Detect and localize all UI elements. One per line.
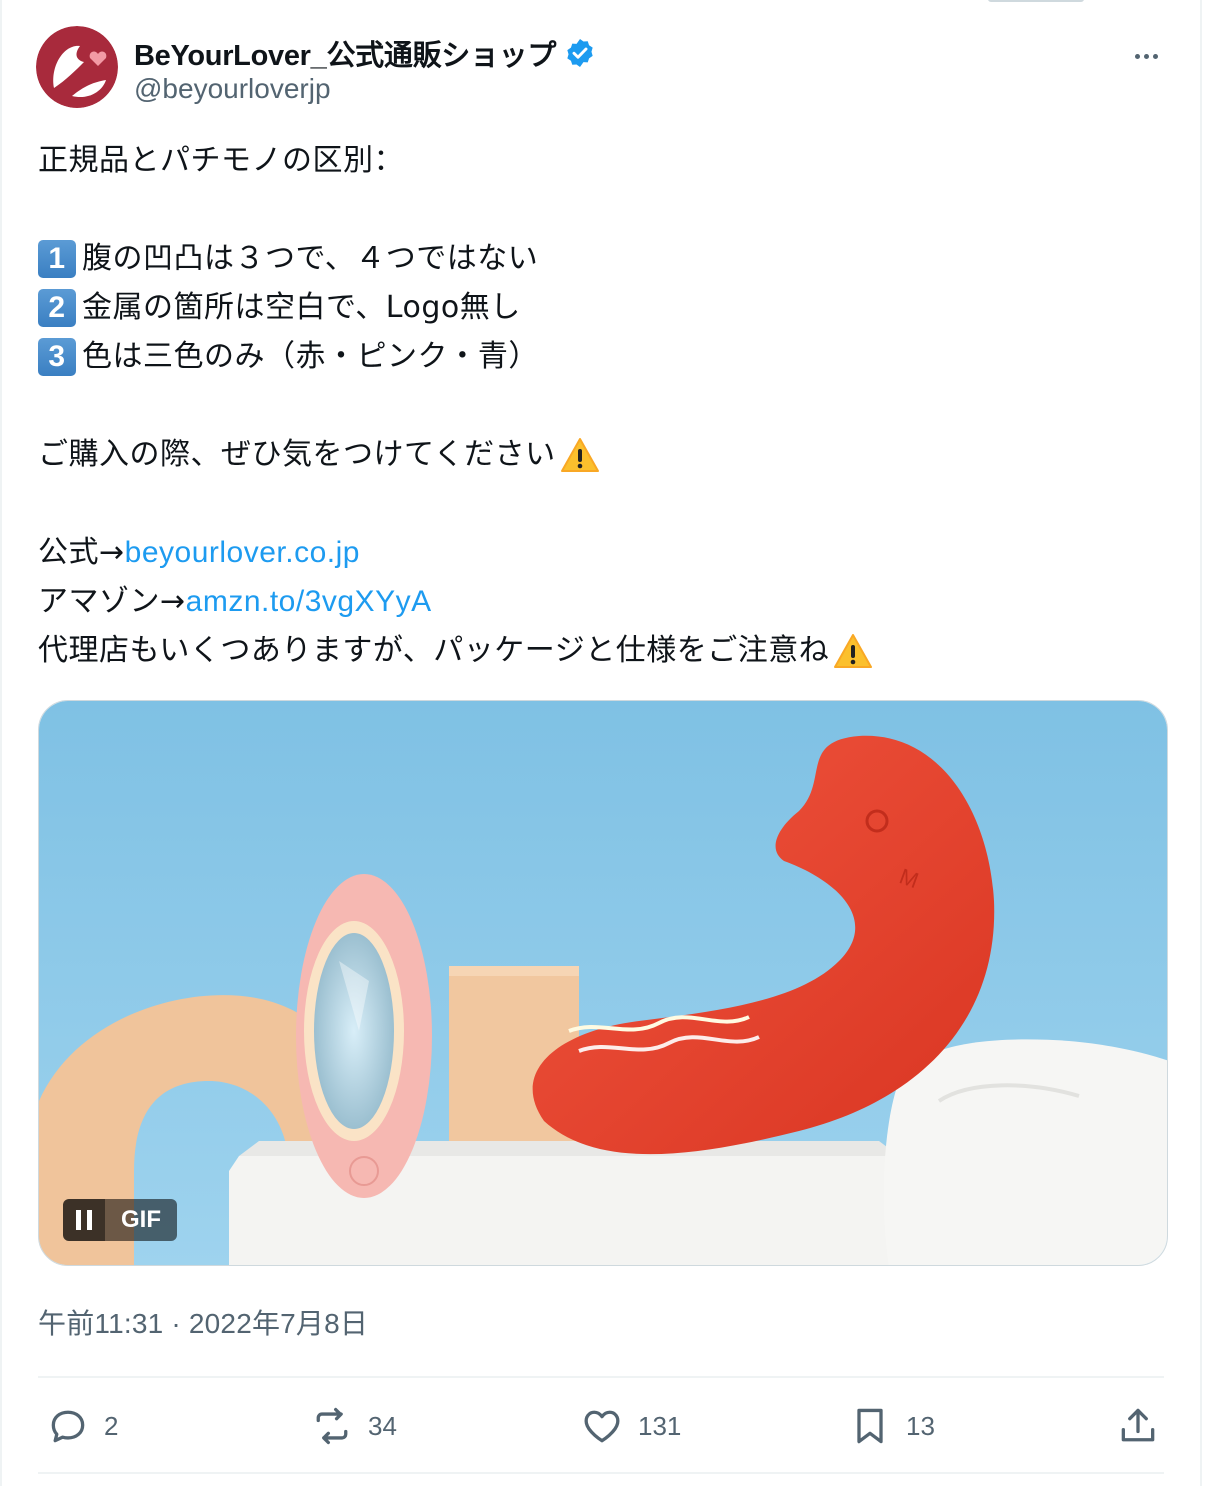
retweet-count: 34 [368,1410,397,1441]
like-button[interactable]: 131 [580,1396,681,1456]
list-item: 3 色は三色のみ（赤・ピンク・青） [38,332,1168,381]
product-image: M [39,701,1167,1265]
avatar[interactable] [36,26,118,108]
keycap-2-icon: 2 [38,288,76,327]
tweet-line: ご購入の際、ぜひ気をつけてください [38,430,1168,479]
tweet-text: 正規品とパチモノの区別： 1 腹の凹凸は３つで、４つではない 2 金属の箇所は空… [38,136,1168,675]
heart-icon [584,1410,620,1443]
gif-media[interactable]: M GIF [38,700,1168,1266]
tweet-line: アマゾン→ amzn.to/3vgXYyA [38,577,1168,626]
pause-button[interactable] [63,1199,105,1241]
scroll-indicator [988,0,1084,2]
gif-controls: GIF [63,1199,177,1241]
divider [38,1376,1164,1378]
name-row: BeYourLover_公式通販ショップ [134,32,596,74]
like-count: 131 [638,1410,682,1441]
reply-count: 2 [104,1410,119,1441]
bookmark-button[interactable]: 13 [848,1396,935,1456]
gif-badge: GIF [105,1199,177,1241]
retweet-button[interactable]: 34 [310,1396,397,1456]
tweet-card: BeYourLover_公式通販ショップ @beyourloverjp 正規品と… [0,0,1202,1486]
list-item-text: 金属の箇所は空白で、Logo無し [82,290,521,325]
warning-icon [560,437,599,472]
tweet-header: BeYourLover_公式通販ショップ @beyourloverjp [36,26,1166,110]
keycap-1-icon: 1 [38,239,76,278]
action-bar: 2 34 131 13 [38,1396,1168,1456]
bookmark-icon [857,1408,883,1444]
reply-icon [51,1410,85,1443]
tweet-line: 代理店もいくつありますが、パッケージと仕様をご注意ね [38,626,1168,675]
handle[interactable]: @beyourloverjp [134,73,331,105]
more-options-icon[interactable] [1126,36,1166,76]
tweet-line: 公式→ beyourlover.co.jp [38,528,1168,577]
verified-badge-icon [567,39,593,67]
list-item: 2 金属の箇所は空白で、Logo無し [38,283,1168,332]
amazon-link[interactable]: amzn.to/3vgXYyA [186,577,432,626]
warning-icon [834,633,873,668]
keycap-3-icon: 3 [38,337,76,376]
share-button[interactable] [1116,1396,1160,1456]
timestamp[interactable]: 午前11:31 · 2022年7月8日 [38,1302,368,1342]
list-item-text: 腹の凹凸は３つで、４つではない [82,241,539,276]
official-label: 公式→ [38,535,125,570]
caution-text: ご購入の際、ぜひ気をつけてください [38,437,556,472]
amazon-label: アマゾン→ [38,584,186,619]
list-item-text: 色は三色のみ（赤・ピンク・青） [82,339,539,374]
tweet-line: 正規品とパチモノの区別： [38,143,404,178]
bookmark-count: 13 [906,1410,935,1441]
display-name[interactable]: BeYourLover_公式通販ショップ [134,32,556,74]
official-link[interactable]: beyourlover.co.jp [125,528,360,577]
share-icon [1121,1408,1155,1442]
divider [38,1472,1164,1474]
reply-button[interactable]: 2 [46,1396,118,1456]
agency-note: 代理店もいくつありますが、パッケージと仕様をご注意ね [38,633,830,668]
retweet-icon [316,1407,348,1445]
list-item: 1 腹の凹凸は３つで、４つではない [38,234,1168,283]
